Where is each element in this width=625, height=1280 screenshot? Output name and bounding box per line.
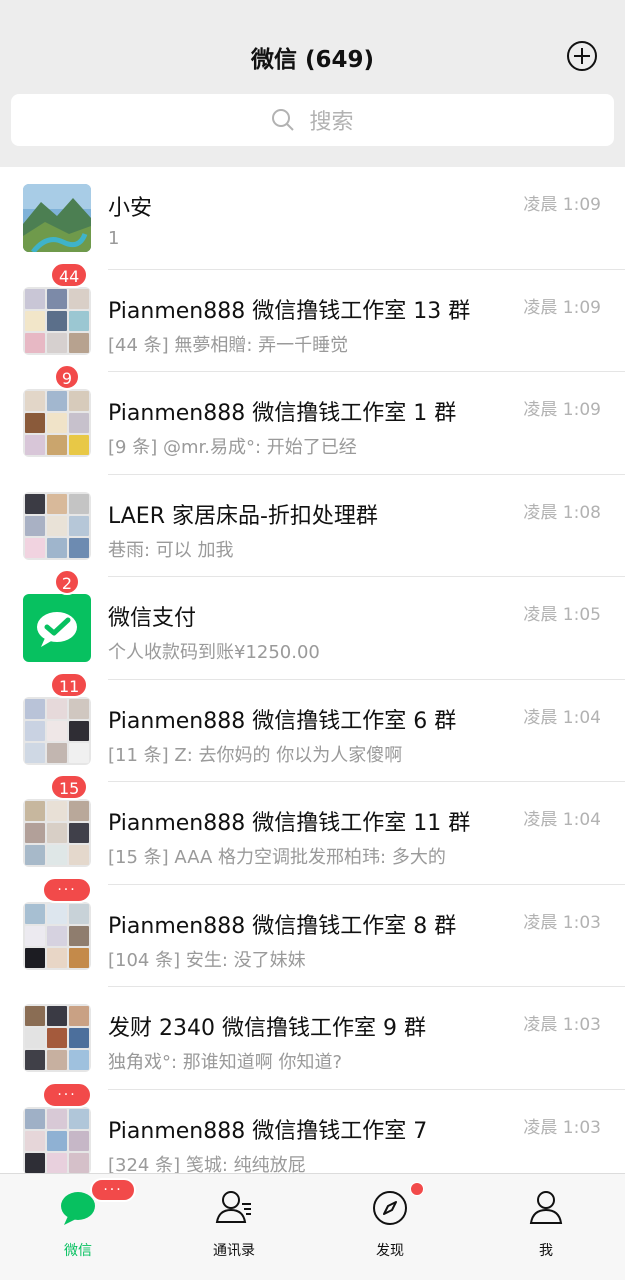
group-avatar bbox=[23, 696, 91, 765]
unread-badge: ··· bbox=[42, 876, 92, 903]
chat-name: 发财 2340 微信撸钱工作室 9 群 bbox=[108, 1016, 426, 1041]
chat-time: 凌晨 1:09 bbox=[523, 400, 601, 420]
chat-time: 凌晨 1:03 bbox=[523, 912, 601, 933]
unread-badge: 9 bbox=[54, 364, 80, 390]
chat-preview: [104 条] 安生: 没了妹妹 bbox=[108, 949, 306, 971]
tab-label: 微信 bbox=[64, 1243, 92, 1259]
chat-preview: [15 条] AAA 格力空调批发邢柏玮: 多大的 bbox=[108, 847, 446, 868]
chat-time: 凌晨 1:05 bbox=[523, 605, 601, 625]
chat-preview: 1 bbox=[108, 228, 120, 249]
chat-preview: [324 条] 笺城: 纯纯放屁 bbox=[108, 1154, 306, 1174]
chat-time: 凌晨 1:03 bbox=[523, 1015, 601, 1035]
chat-name: LAER 家居床品-折扣处理群 bbox=[108, 503, 378, 529]
tab-contacts[interactable]: 通讯录 bbox=[156, 1174, 312, 1280]
tab-label: 通讯录 bbox=[213, 1243, 255, 1259]
tab-discover[interactable]: 发现 bbox=[312, 1174, 468, 1280]
chat-row[interactable]: 44 Pianmen888 微信撸钱工作室 13 群 凌晨 1:09 [44 条… bbox=[0, 261, 625, 372]
chat-row[interactable]: 15 Pianmen888 微信撸钱工作室 11 群 凌晨 1:04 [15 条… bbox=[0, 774, 625, 885]
unread-badge: 11 bbox=[50, 671, 89, 698]
chat-preview: [44 条] 無夢相贈: 弄一千睡觉 bbox=[108, 334, 349, 356]
plus-circle-icon[interactable] bbox=[566, 40, 598, 72]
group-avatar bbox=[23, 1106, 91, 1173]
tab-unread-badge: ··· bbox=[90, 1178, 136, 1202]
chat-preview: 独角戏°: 那谁知道啊 你知道? bbox=[108, 1052, 343, 1073]
chat-name: Pianmen888 微信撸钱工作室 8 群 bbox=[108, 913, 457, 939]
group-avatar bbox=[23, 286, 91, 355]
chat-name: Pianmen888 微信撸钱工作室 13 群 bbox=[108, 298, 471, 324]
compass-icon bbox=[370, 1188, 410, 1228]
tab-label: 发现 bbox=[376, 1243, 404, 1259]
tab-chats[interactable]: 微信 ··· bbox=[0, 1174, 156, 1280]
chat-name: 小安 bbox=[108, 196, 153, 221]
header: 微信 (649) 搜索 bbox=[0, 0, 625, 170]
chat-row[interactable]: LAER 家居床品-折扣处理群 凌晨 1:08 巷雨: 可以 加我 bbox=[0, 475, 625, 577]
group-avatar bbox=[23, 799, 91, 867]
contacts-icon bbox=[214, 1188, 254, 1228]
unread-badge: 2 bbox=[54, 569, 80, 595]
chat-row[interactable]: 11 Pianmen888 微信撸钱工作室 6 群 凌晨 1:04 [11 条]… bbox=[0, 671, 625, 782]
chat-list: 小安 凌晨 1:09 1 44 Pianmen888 微信撸钱工作室 13 群 … bbox=[0, 167, 625, 1173]
group-avatar bbox=[23, 1004, 91, 1072]
chat-time: 凌晨 1:04 bbox=[523, 707, 601, 728]
chat-preview: 巷雨: 可以 加我 bbox=[108, 539, 234, 561]
chat-row[interactable]: ··· Pianmen888 微信撸钱工作室 8 群 凌晨 1:03 [104 … bbox=[0, 876, 625, 987]
chat-time: 凌晨 1:09 bbox=[523, 297, 601, 318]
search-icon bbox=[272, 109, 295, 131]
tab-red-dot bbox=[410, 1182, 424, 1196]
wechat-pay-icon bbox=[23, 594, 91, 662]
page-title: 微信 (649) bbox=[250, 47, 375, 73]
group-avatar bbox=[23, 901, 91, 970]
chat-name: 微信支付 bbox=[108, 606, 197, 631]
chat-preview: [11 条] Z: 去你妈的 你以为人家傻啊 bbox=[108, 744, 403, 766]
tab-bar: 微信 ··· 通讯录 发现 我 bbox=[0, 1173, 625, 1280]
chat-preview: 个人收款码到账¥1250.00 bbox=[108, 642, 320, 663]
unread-badge: ··· bbox=[42, 1081, 92, 1108]
chat-time: 凌晨 1:09 bbox=[523, 195, 601, 215]
unread-badge: 15 bbox=[50, 774, 89, 800]
unread-badge: 44 bbox=[50, 261, 89, 288]
chat-row[interactable]: 9 Pianmen888 微信撸钱工作室 1 群 凌晨 1:09 [9 条] @… bbox=[0, 364, 625, 475]
chat-name: Pianmen888 微信撸钱工作室 6 群 bbox=[108, 708, 457, 734]
avatar bbox=[23, 184, 91, 252]
tab-label: 我 bbox=[539, 1243, 553, 1259]
group-avatar bbox=[23, 491, 91, 560]
search-bar[interactable]: 搜索 bbox=[11, 94, 614, 146]
chat-row[interactable]: 发财 2340 微信撸钱工作室 9 群 凌晨 1:03 独角戏°: 那谁知道啊 … bbox=[0, 987, 625, 1090]
chat-row[interactable]: 2 微信支付 凌晨 1:05 个人收款码到账¥1250.00 bbox=[0, 569, 625, 680]
person-icon bbox=[526, 1188, 566, 1228]
chat-preview: [9 条] @mr.易成°: 开始了已经 bbox=[108, 437, 357, 458]
chat-time: 凌晨 1:08 bbox=[523, 502, 601, 523]
tab-me[interactable]: 我 bbox=[468, 1174, 624, 1280]
chat-time: 凌晨 1:04 bbox=[523, 810, 601, 830]
search-placeholder: 搜索 bbox=[309, 110, 354, 135]
chat-time: 凌晨 1:03 bbox=[523, 1117, 601, 1138]
chat-row[interactable]: 小安 凌晨 1:09 1 bbox=[0, 167, 625, 270]
chat-row[interactable]: ··· Pianmen888 微信撸钱工作室 7 凌晨 1:03 [324 条]… bbox=[0, 1081, 625, 1174]
chat-name: Pianmen888 微信撸钱工作室 11 群 bbox=[108, 811, 471, 836]
chat-name: Pianmen888 微信撸钱工作室 7 bbox=[108, 1118, 428, 1144]
chat-name: Pianmen888 微信撸钱工作室 1 群 bbox=[108, 401, 457, 426]
group-avatar bbox=[23, 389, 91, 457]
